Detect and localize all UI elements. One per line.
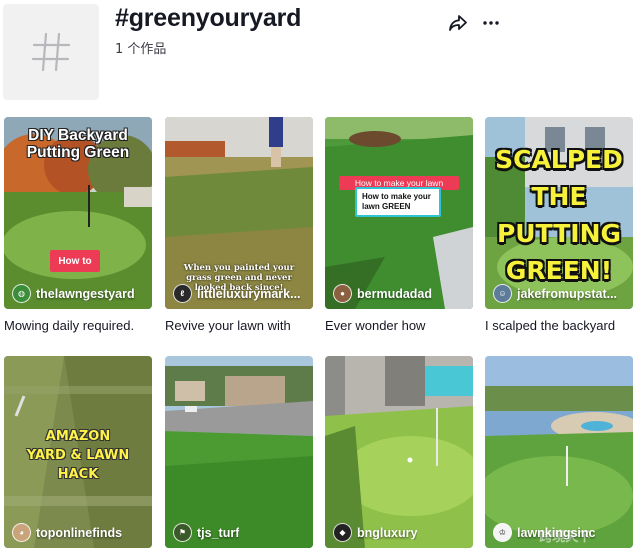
avatar: ◍ xyxy=(12,284,31,303)
overlay-badge: How to xyxy=(50,250,100,272)
video-card[interactable]: ⚑ tjs_turf xyxy=(165,356,313,548)
overlay-line: HACK xyxy=(57,467,99,482)
hashtag-icon xyxy=(31,32,71,72)
author-name: thelawngestyard xyxy=(36,286,135,301)
author-name: bermudadad xyxy=(357,286,433,301)
thumbnail-image xyxy=(485,356,633,548)
avatar: ♔ xyxy=(493,523,512,542)
video-author[interactable]: ● bermudadad xyxy=(333,284,469,303)
video-card[interactable]: DIY Backyard Putting Green How to ◍ thel… xyxy=(4,117,152,333)
overlay-line: YARD & LAWN xyxy=(26,448,130,463)
author-name: lawnkingsinc xyxy=(517,525,596,540)
author-name: toponlinefinds xyxy=(36,525,123,540)
overlay-line: PUTTING xyxy=(496,219,622,248)
video-caption[interactable]: Ever wonder how xyxy=(325,318,473,333)
video-thumbnail[interactable]: DIY Backyard Putting Green How to ◍ thel… xyxy=(4,117,152,309)
author-name: littleluxurymark... xyxy=(197,286,301,301)
video-author[interactable]: ◕ toponlinefinds xyxy=(12,523,148,542)
video-caption[interactable]: Mowing daily required. xyxy=(4,318,152,333)
avatar: ⚑ xyxy=(173,523,192,542)
video-thumbnail[interactable]: ⚑ tjs_turf xyxy=(165,356,313,548)
author-name: bngluxury xyxy=(357,525,418,540)
hashtag-page: #greenyouryard 1 个作品 DIY Backyard Puttin… xyxy=(0,0,636,557)
avatar: ℓ xyxy=(173,284,192,303)
overlay-line: AMAZON xyxy=(45,429,111,444)
video-thumbnail[interactable]: ◆ bngluxury xyxy=(325,356,473,548)
thumbnail-image xyxy=(165,356,313,548)
video-card[interactable]: When you painted your grass green and ne… xyxy=(165,117,313,333)
hashtag-cover xyxy=(3,4,99,100)
video-author[interactable]: ℓ littleluxurymark... xyxy=(173,284,309,303)
author-name: tjs_turf xyxy=(197,525,240,540)
video-card[interactable]: ◔ 跨境天下 ♔ lawnkingsinc xyxy=(485,356,633,548)
video-thumbnail[interactable]: When you painted your grass green and ne… xyxy=(165,117,313,309)
overlay-box: How to make your lawn GREEN xyxy=(355,187,441,217)
video-card[interactable]: ◆ bngluxury xyxy=(325,356,473,548)
video-caption[interactable]: I scalped the backyard xyxy=(485,318,633,333)
more-icon xyxy=(483,21,499,25)
video-card[interactable]: How to make your lawn How to make your l… xyxy=(325,117,473,333)
overlay-line: THE xyxy=(531,182,587,211)
avatar: ◆ xyxy=(333,523,352,542)
overlay-headline: AMAZON YARD & LAWN HACK xyxy=(4,427,152,484)
post-count: 1 个作品 xyxy=(115,42,167,57)
avatar: ◕ xyxy=(12,523,31,542)
video-author[interactable]: ⚑ tjs_turf xyxy=(173,523,309,542)
video-author[interactable]: ◍ thelawngestyard xyxy=(12,284,148,303)
video-thumbnail[interactable]: AMAZON YARD & LAWN HACK ◕ toponlinefinds xyxy=(4,356,152,548)
video-thumbnail[interactable]: ◔ 跨境天下 ♔ lawnkingsinc xyxy=(485,356,633,548)
share-icon xyxy=(449,15,467,31)
video-caption[interactable]: Revive your lawn with xyxy=(165,318,313,333)
overlay-title: DIY Backyard Putting Green xyxy=(26,127,130,161)
overlay-headline: SCALPED THE PUTTING GREEN! xyxy=(485,141,633,289)
video-author[interactable]: ◆ bngluxury xyxy=(333,523,469,542)
thumbnail-image xyxy=(325,356,473,548)
video-card[interactable]: AMAZON YARD & LAWN HACK ◕ toponlinefinds xyxy=(4,356,152,548)
author-name: jakefromupstat... xyxy=(517,286,618,301)
avatar: ● xyxy=(333,284,352,303)
video-thumbnail[interactable]: How to make your lawn How to make your l… xyxy=(325,117,473,309)
avatar: ☺ xyxy=(493,284,512,303)
video-thumbnail[interactable]: SCALPED THE PUTTING GREEN! ☺ jakefromups… xyxy=(485,117,633,309)
video-author[interactable]: ☺ jakefromupstat... xyxy=(493,284,629,303)
video-card[interactable]: SCALPED THE PUTTING GREEN! ☺ jakefromups… xyxy=(485,117,633,333)
share-button[interactable] xyxy=(445,10,471,36)
page-title: #greenyouryard xyxy=(115,4,302,32)
overlay-line: SCALPED xyxy=(495,145,623,174)
more-button[interactable] xyxy=(478,10,504,36)
video-author[interactable]: ♔ lawnkingsinc xyxy=(493,523,629,542)
